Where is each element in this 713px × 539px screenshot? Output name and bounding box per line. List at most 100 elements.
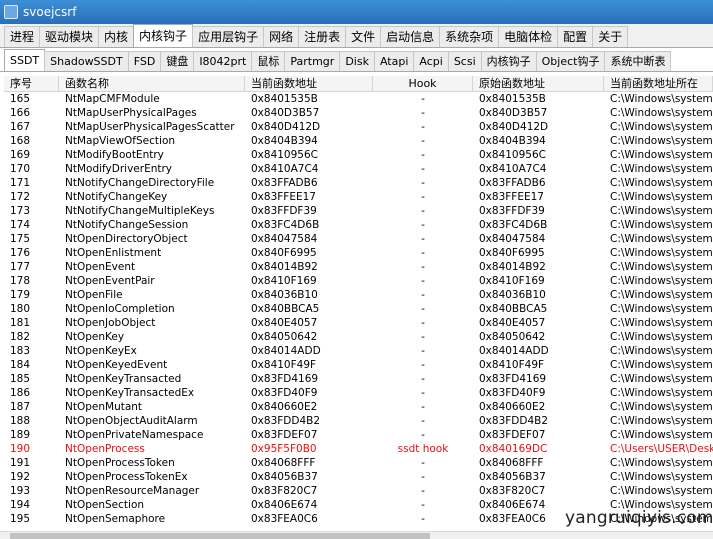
table-cell: C:\Windows\system32	[610, 345, 713, 357]
table-row[interactable]: 167 NtMapUserPhysicalPagesScatter 0x840D41…	[4, 120, 713, 134]
sub-tab-8[interactable]: Atapi	[373, 51, 415, 71]
table-cell: NtOpenResourceManager	[65, 485, 200, 497]
table-cell: C:\Windows\system32	[610, 457, 713, 469]
table-row[interactable]: 174 NtNotifyChangeSession 0x83FC4D6B - 0x83F…	[4, 218, 713, 232]
table-cell: 0x83F820C7	[479, 485, 546, 497]
table-cell: NtOpenProcess	[65, 443, 145, 455]
table-cell: C:\Windows\system32	[610, 135, 713, 147]
column-header-0[interactable]: 序号	[4, 76, 59, 91]
table-row[interactable]: 181 NtOpenJobObject 0x840E4057 - 0x840E4057 C…	[4, 316, 713, 330]
table-cell: 0x8406E674	[251, 499, 318, 511]
table-cell: NtMapCMFModule	[65, 93, 160, 105]
sub-tab-1[interactable]: ShadowSSDT	[44, 51, 129, 71]
main-tab-9[interactable]: 系统杂项	[439, 26, 500, 47]
sub-tab-5[interactable]: 鼠标	[251, 51, 286, 71]
table-cell: 0x840BBCA5	[479, 303, 548, 315]
main-tab-5[interactable]: 网络	[263, 26, 300, 47]
table-row[interactable]: 185 NtOpenKeyTransacted 0x83FD4169 - 0x83FD4…	[4, 372, 713, 386]
table-row[interactable]: 170 NtModifyDriverEntry 0x8410A7C4 - 0x8410A…	[4, 162, 713, 176]
table-cell: -	[421, 289, 425, 301]
table-row[interactable]: 189 NtOpenPrivateNamespace 0x83FDEF07 - 0x83…	[4, 428, 713, 442]
column-header-3[interactable]: Hook	[373, 76, 473, 91]
table-row[interactable]: 183 NtOpenKeyEx 0x84014ADD - 0x84014ADD C:\Wi…	[4, 344, 713, 358]
table-cell: 189	[10, 429, 31, 441]
column-header-4[interactable]: 原始函数地址	[473, 76, 604, 91]
sub-tab-13[interactable]: 系统中断表	[604, 51, 672, 71]
sub-tab-10[interactable]: Scsi	[447, 51, 482, 71]
table-cell: -	[421, 191, 425, 203]
main-tab-7[interactable]: 文件	[345, 26, 382, 47]
table-cell: 0x83FDD4B2	[479, 415, 549, 427]
table-row[interactable]: 191 NtOpenProcessToken 0x84068FFF - 0x84068F…	[4, 456, 713, 470]
table-cell: 0x83FD40F9	[251, 387, 318, 399]
column-header-1[interactable]: 函数名称	[59, 76, 245, 91]
table-cell: -	[421, 513, 425, 525]
sub-tab-0[interactable]: SSDT	[4, 49, 46, 71]
main-tab-8[interactable]: 启动信息	[380, 26, 441, 47]
table-row[interactable]: 178 NtOpenEventPair 0x8410F169 - 0x8410F169 C…	[4, 274, 713, 288]
table-row[interactable]: 176 NtOpenEnlistment 0x840F6995 - 0x840F6995…	[4, 246, 713, 260]
table-row[interactable]: 179 NtOpenFile 0x84036B10 - 0x84036B10 C:\Win…	[4, 288, 713, 302]
table-row[interactable]: 187 NtOpenMutant 0x840660E2 - 0x840660E2 C:\W…	[4, 400, 713, 414]
main-tab-10[interactable]: 电脑体检	[498, 26, 559, 47]
table-row[interactable]: 175 NtOpenDirectoryObject 0x84047584 - 0x840…	[4, 232, 713, 246]
table-cell: 0x840D3B57	[251, 107, 320, 119]
main-tab-4[interactable]: 应用层钩子	[192, 26, 265, 47]
table-row[interactable]: 166 NtMapUserPhysicalPages 0x840D3B57 - 0x84…	[4, 106, 713, 120]
table-cell: 190	[10, 443, 31, 455]
table-cell: 0x84014ADD	[479, 345, 549, 357]
table-row[interactable]: 172 NtNotifyChangeKey 0x83FFEE17 - 0x83FFEE1…	[4, 190, 713, 204]
table-cell: C:\Windows\system32	[610, 275, 713, 287]
table-cell: C:\Windows\system32	[610, 373, 713, 385]
sub-tab-4[interactable]: I8042prt	[193, 51, 253, 71]
sub-tab-12[interactable]: Object钩子	[535, 51, 606, 71]
table-row[interactable]: 193 NtOpenResourceManager 0x83F820C7 - 0x83F…	[4, 484, 713, 498]
table-row[interactable]: 184 NtOpenKeyedEvent 0x8410F49F - 0x8410F49F…	[4, 358, 713, 372]
main-tab-12[interactable]: 关于	[592, 26, 629, 47]
table-cell: -	[421, 107, 425, 119]
table-cell: -	[421, 303, 425, 315]
table-row[interactable]: 177 NtOpenEvent 0x84014B92 - 0x84014B92 C:\Wi…	[4, 260, 713, 274]
column-header-5[interactable]: 当前函数地址所在	[604, 76, 713, 91]
table-row[interactable]: 171 NtNotifyChangeDirectoryFile 0x83FFADB6…	[4, 176, 713, 190]
table-cell: 0x84050642	[251, 331, 318, 343]
table-cell: NtMapUserPhysicalPages	[65, 107, 197, 119]
table-cell: C:\Windows\system32	[610, 303, 713, 315]
horizontal-scrollbar[interactable]	[0, 531, 713, 539]
table-cell: 0x83FC4D6B	[479, 219, 548, 231]
table-row[interactable]: 182 NtOpenKey 0x84050642 - 0x84050642 C:\Wind…	[4, 330, 713, 344]
table-row[interactable]: 192 NtOpenProcessTokenEx 0x84056B37 - 0x8405…	[4, 470, 713, 484]
sub-tab-7[interactable]: Disk	[339, 51, 375, 71]
main-tab-0[interactable]: 进程	[4, 26, 41, 47]
table-cell: 0x83FFDF39	[479, 205, 545, 217]
column-header-2[interactable]: 当前函数地址	[245, 76, 373, 91]
table-row[interactable]: 169 NtModifyBootEntry 0x8410956C - 0x8410956…	[4, 148, 713, 162]
table-row[interactable]: 186 NtOpenKeyTransactedEx 0x83FD40F9 - 0x83F…	[4, 386, 713, 400]
table-row[interactable]: 180 NtOpenIoCompletion 0x840BBCA5 - 0x840BBC…	[4, 302, 713, 316]
sub-tab-11[interactable]: 内核钩子	[480, 51, 537, 71]
main-tab-1[interactable]: 驱动模块	[39, 26, 100, 47]
table-cell: 0x840D412D	[479, 121, 549, 133]
table-row[interactable]: 190 NtOpenProcess 0x95F5F0B0 ssdt hook 0x840…	[4, 442, 713, 456]
table-cell: 0x840F6995	[251, 247, 317, 259]
main-tab-6[interactable]: 注册表	[298, 26, 347, 47]
sub-tab-3[interactable]: 键盘	[160, 51, 195, 71]
table-row[interactable]: 188 NtOpenObjectAuditAlarm 0x83FDD4B2 - 0x83…	[4, 414, 713, 428]
main-tab-3[interactable]: 内核钩子	[133, 24, 194, 47]
main-tab-11[interactable]: 配置	[557, 26, 594, 47]
table-cell: C:\Windows\system32	[610, 429, 713, 441]
table-row[interactable]: 165 NtMapCMFModule 0x8401535B - 0x8401535B C:…	[4, 92, 713, 106]
table-row[interactable]: 173 NtNotifyChangeMultipleKeys 0x83FFDF39 -…	[4, 204, 713, 218]
table-cell: 0x8410F49F	[251, 359, 317, 371]
table-cell: C:\Windows\system32	[610, 261, 713, 273]
table-cell: NtOpenEventPair	[65, 275, 155, 287]
sub-tab-2[interactable]: FSD	[127, 51, 162, 71]
sub-tab-9[interactable]: Acpi	[413, 51, 449, 71]
watermark-text: yangruiqiyis.com	[565, 508, 713, 528]
main-tab-2[interactable]: 内核	[98, 26, 135, 47]
table-cell: 173	[10, 205, 31, 217]
scrollbar-thumb[interactable]	[10, 533, 430, 539]
sub-tab-6[interactable]: Partmgr	[284, 51, 341, 71]
table-row[interactable]: 168 NtMapViewOfSection 0x8404B394 - 0x8404B3…	[4, 134, 713, 148]
table-cell: NtMapUserPhysicalPagesScatter	[65, 121, 235, 133]
